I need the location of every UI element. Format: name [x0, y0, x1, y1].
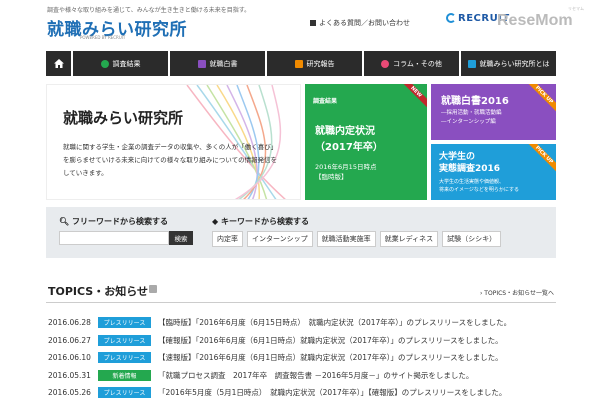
card-title-line-2: 実態調査2016: [439, 164, 501, 174]
card-subtitle-line-2: ―インターンシップ編: [441, 119, 496, 125]
hero-title: 就職みらい研究所: [63, 109, 184, 127]
news-list: 2016.06.28 プレスリリース 【臨時版】「2016年6月度（6月15日時…: [48, 314, 558, 402]
news-text[interactable]: 「2016年5月度（5月1日時点） 就職内定状況（2017年卒）」【確報版】のプ…: [158, 387, 506, 398]
card-title-line-1: 就職内定状況: [315, 126, 375, 137]
divider: [46, 302, 556, 303]
keyword-tag[interactable]: 就職活動実施率: [316, 231, 376, 247]
news-badge: プレスリリース: [98, 352, 151, 364]
news-date: 2016.05.31: [48, 370, 91, 380]
search-input[interactable]: [59, 231, 169, 245]
card-subtitle-line-1: 大学生の生活実態や価値観、: [439, 179, 505, 185]
news-text[interactable]: 「就職プロセス調査 2017年卒 調査報告書 －2016年5月度－」のサイト掲示…: [158, 370, 473, 381]
card-tag: 調査結果: [313, 98, 338, 105]
nav-label: 研究報告: [306, 59, 335, 68]
rss-icon[interactable]: [149, 285, 157, 293]
main-nav: 調査結果 就職白書 研究報告 コラム・その他 就職みらい研究所とは: [46, 51, 556, 76]
pickup-ribbon: PICK UP: [522, 84, 556, 117]
card-title: 就職白書2016: [441, 96, 509, 107]
card-subtitle-line-1: ―採用活動・就職活動編: [441, 110, 502, 116]
news-date: 2016.06.28: [48, 318, 91, 328]
topics-all-link[interactable]: › TOPICS・お知らせ一覧へ: [480, 288, 554, 297]
keyword-tag[interactable]: 就業レディネス: [379, 231, 439, 247]
news-text[interactable]: 【臨時版】「2016年6月度（6月15日時点） 就職内定状況（2017年卒）」の…: [158, 317, 511, 328]
recruit-arc-icon: [446, 13, 456, 23]
faq-link[interactable]: よくある質問／お問い合わせ: [310, 18, 410, 28]
info-icon: [467, 59, 476, 68]
card-subtitle: 大学生の生活実態や価値観、 将来のイメージなどを明らかにする: [439, 178, 519, 194]
nav-home[interactable]: [46, 51, 71, 76]
card-title-line-1: 大学生の: [439, 152, 476, 162]
feature-card-employment-status[interactable]: 調査結果 NEW 就職内定状況 （2017年卒） 2016年6月15日時点 【臨…: [305, 84, 427, 200]
news-date: 2016.05.26: [48, 388, 91, 398]
new-ribbon: NEW: [396, 84, 427, 112]
pickup-ribbon: PICK UP: [522, 144, 556, 177]
card-subtitle-line-2: 将来のイメージなどを明らかにする: [439, 187, 519, 193]
search-section: 🔍︎ フリーワードから検索する 検索 ◆ キーワードから検索する 内定率 インタ…: [46, 207, 556, 258]
keyword-label: キーワードから検索する: [220, 217, 309, 226]
news-item[interactable]: 2016.06.10 プレスリリース 【速報版】「2016年6月度（6月1日時点…: [48, 349, 558, 367]
feature-card-student-survey[interactable]: 大学生の 実態調査2016 大学生の生活実態や価値観、 将来のイメージなどを明ら…: [431, 144, 556, 200]
keyword-tag[interactable]: インターンシップ: [247, 231, 313, 247]
news-text[interactable]: 【確報版】「2016年6月度（6月1日時点）就職内定状況（2017年卒）」のプレ…: [158, 335, 503, 346]
book-icon: [197, 59, 206, 68]
card-date-line-2: 【臨時版】: [315, 173, 348, 181]
news-badge: プレスリリース: [98, 387, 151, 399]
nav-label: 就職みらい研究所とは: [479, 59, 550, 68]
hero-banner: 就職みらい研究所 就職に関する学生・企業の調査データの収集や、多くの人が「働く喜…: [46, 84, 301, 200]
freeword-search-heading: 🔍︎ フリーワードから検索する: [59, 216, 168, 227]
feature-card-white-paper[interactable]: 就職白書2016 ―採用活動・就職活動編 ―インターンシップ編 PICK UP: [431, 84, 556, 140]
nav-label: コラム・その他: [393, 59, 442, 68]
nav-label: 調査結果: [112, 59, 141, 68]
news-item[interactable]: 2016.06.28 プレスリリース 【臨時版】「2016年6月度（6月15日時…: [48, 314, 558, 332]
keyword-search-heading: ◆ キーワードから検索する: [212, 216, 309, 227]
home-icon: [53, 59, 64, 68]
card-title: 就職内定状況 （2017年卒）: [315, 124, 383, 156]
news-text[interactable]: 【速報版】「2016年6月度（6月1日時点）就職内定状況（2017年卒）」のプレ…: [158, 352, 503, 363]
survey-icon: [100, 59, 109, 68]
news-item[interactable]: 2016.06.27 プレスリリース 【確報版】「2016年6月度（6月1日時点…: [48, 332, 558, 350]
card-date-line-1: 2016年6月15日時点: [315, 163, 377, 171]
faq-label: よくある質問／お問い合わせ: [319, 19, 410, 27]
hero-description: 就職に関する学生・企業の調査データの収集や、多くの人が「働く喜び」を膨らませてい…: [63, 143, 278, 177]
watermark-small: リセマム: [568, 6, 584, 11]
news-badge: プレスリリース: [98, 334, 151, 346]
card-title: 大学生の 実態調査2016: [439, 151, 500, 175]
nav-survey-results[interactable]: 調査結果: [73, 51, 168, 76]
pencil-icon: [294, 59, 303, 68]
news-date: 2016.06.10: [48, 353, 91, 363]
news-item[interactable]: 2016.05.26 プレスリリース 「2016年5月度（5月1日時点） 就職内…: [48, 384, 558, 402]
nav-about[interactable]: 就職みらい研究所とは: [461, 51, 556, 76]
site-tagline: 調査や様々な取り組みを通じて、みんなが生き生きと働ける未来を目指す。: [47, 7, 251, 14]
news-badge: プレスリリース: [98, 317, 151, 329]
logo-subtitle: POWERED BY RECRUIT: [80, 35, 126, 40]
search-button[interactable]: 検索: [169, 231, 193, 245]
news-date: 2016.06.27: [48, 335, 91, 345]
chat-icon: [381, 59, 390, 68]
card-title-line-2: （2017年卒）: [315, 142, 383, 153]
card-subtitle: ―採用活動・就職活動編 ―インターンシップ編: [441, 109, 502, 127]
topics-heading: TOPICS・お知らせ: [48, 285, 148, 298]
keyword-tag[interactable]: 試験（シシキ）: [442, 231, 502, 247]
card-date: 2016年6月15日時点 【臨時版】: [315, 162, 376, 182]
nav-label: 就職白書: [209, 59, 238, 68]
nav-research-report[interactable]: 研究報告: [267, 51, 362, 76]
keyword-tag[interactable]: 内定率: [212, 231, 243, 247]
document-icon: [310, 20, 316, 26]
keyword-list: 内定率 インターンシップ 就職活動実施率 就業レディネス 試験（シシキ）: [212, 231, 502, 247]
freeword-label: フリーワードから検索する: [71, 217, 168, 226]
news-item[interactable]: 2016.05.31 新着情報 「就職プロセス調査 2017年卒 調査報告書 －…: [48, 367, 558, 385]
nav-column[interactable]: コラム・その他: [364, 51, 459, 76]
watermark: ReseMom: [497, 12, 573, 29]
tag-icon: ◆: [212, 217, 219, 226]
search-icon: 🔍︎: [59, 217, 70, 226]
news-badge: 新着情報: [98, 369, 151, 381]
nav-white-paper[interactable]: 就職白書: [170, 51, 265, 76]
